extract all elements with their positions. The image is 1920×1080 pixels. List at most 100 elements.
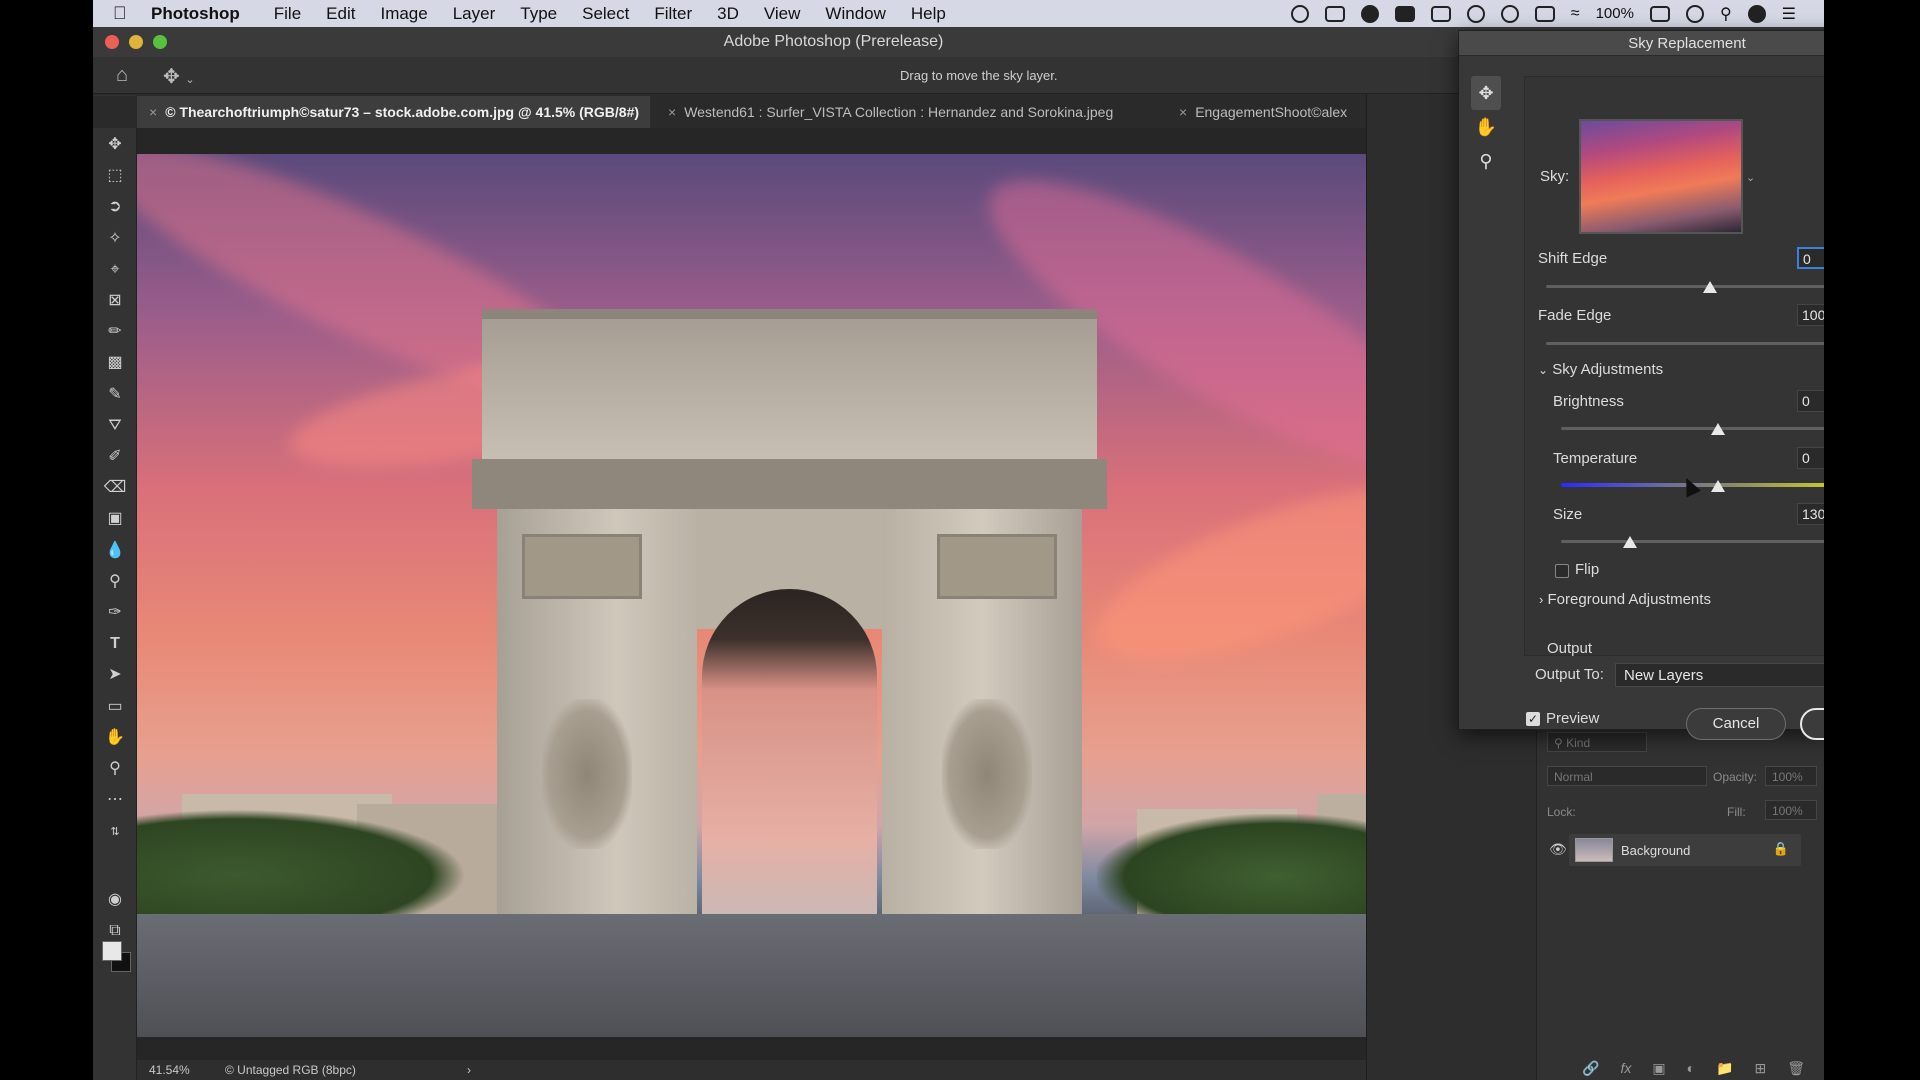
menu-select[interactable]: Select [582,4,629,24]
menu-help[interactable]: Help [911,4,946,24]
spotlight-search-icon[interactable]: ⚲ [1720,4,1732,24]
healing-brush-icon[interactable]: ▩ [101,351,129,375]
rectangle-icon[interactable]: ▭ [101,695,129,719]
preview-checkbox[interactable]: ✓ [1526,712,1540,726]
screen-record-icon[interactable] [1324,5,1345,22]
bluetooth-icon[interactable] [1500,4,1519,23]
shift-edge-input[interactable]: 0 [1797,247,1824,269]
zoom-level[interactable]: 41.54% [149,1063,190,1077]
menu-edit[interactable]: Edit [326,4,355,24]
link-layers-icon[interactable]: 🔗 [1582,1060,1599,1077]
chevron-down-icon[interactable]: ⌄ [1746,171,1755,184]
menu-image[interactable]: Image [380,4,427,24]
pen-icon[interactable]: ✑ [101,601,129,625]
sky-adjustments-toggle[interactable]: ⌄ Sky Adjustments [1538,361,1663,378]
add-mask-icon[interactable]: ▣ [1652,1060,1665,1077]
type-icon[interactable]: T [101,632,129,656]
menu-view[interactable]: View [764,4,801,24]
eyedropper-icon[interactable]: ✏ [101,320,129,344]
move-icon[interactable]: ✥ [101,133,129,157]
menu-3d[interactable]: 3D [717,4,739,24]
display-icon[interactable] [1430,5,1451,22]
home-icon[interactable]: ⌂ [116,64,128,87]
fade-edge-slider[interactable] [1546,342,1824,345]
close-tab-icon[interactable]: × [668,104,676,120]
menu-window[interactable]: Window [825,4,885,24]
layer-filter-kind[interactable]: ⚲ Kind [1547,732,1647,752]
quick-mask-icon[interactable]: ◉ [101,888,129,912]
close-tab-icon[interactable]: × [149,104,157,120]
zoom-icon[interactable]: ⚲ [1471,144,1501,178]
size-slider[interactable] [1561,540,1824,543]
notification-center-icon[interactable]: ☰ [1782,4,1796,24]
document-canvas[interactable] [137,154,1457,1037]
quick-select-icon[interactable]: ✧ [101,227,129,251]
hand-icon[interactable]: ✋ [1471,110,1501,144]
menu-type[interactable]: Type [520,4,557,24]
gradient-icon[interactable]: ▣ [101,507,129,531]
size-slider-thumb[interactable] [1622,536,1637,548]
frame-icon[interactable]: ⊠ [101,289,129,313]
layer-row-background[interactable]: Background 🔒 [1569,834,1801,866]
temperature-input[interactable]: 0 [1797,447,1824,469]
battery-icon[interactable] [1649,5,1670,22]
fill-field[interactable]: 100% [1765,800,1817,820]
sky-move-tool-icon[interactable]: ✥ [1471,76,1501,110]
shift-edge-slider-thumb[interactable] [1703,281,1717,293]
minimize-window-button[interactable] [129,35,143,49]
screen-mode-icon[interactable]: ⧉ [101,919,129,943]
menu-filter[interactable]: Filter [654,4,692,24]
siri-icon[interactable] [1747,4,1766,23]
creative-cloud-icon[interactable] [1290,4,1309,23]
temperature-slider-thumb[interactable] [1710,480,1725,492]
zoom-icon[interactable]: ⚲ [101,757,129,781]
ok-button[interactable]: OK [1800,708,1824,740]
crop-icon[interactable]: ⌖ [101,258,129,282]
blend-mode-select[interactable]: Normal [1547,766,1707,786]
menu-layer[interactable]: Layer [453,4,496,24]
new-layer-icon[interactable]: ⊞ [1754,1060,1766,1077]
app-status-icon[interactable] [1394,5,1415,22]
zoom-window-button[interactable] [153,35,167,49]
fx-icon[interactable]: fx [1620,1060,1631,1076]
blur-icon[interactable]: 💧 [101,539,129,563]
layer-visibility-eye-icon[interactable]: 👁 [1549,841,1567,858]
tab-document-3[interactable]: × EngagementShoot©alex [1167,96,1366,128]
clock-icon[interactable] [1685,4,1704,23]
status-menu-arrow[interactable]: › [467,1063,471,1077]
move-tool-preset-icon[interactable]: ✥ ⌄ [163,64,195,89]
close-tab-icon[interactable]: × [1179,104,1187,120]
swap-colors-icon[interactable]: ⇅ [101,820,129,844]
adjustment-layer-icon[interactable]: ◐ [1687,1060,1695,1076]
menu-file[interactable]: File [274,4,301,24]
hand-icon[interactable]: ✋ [101,726,129,750]
tab-document-2[interactable]: × Westend61 : Surfer_VISTA Collection : H… [656,96,1161,128]
brush-icon[interactable]: ✎ [101,383,129,407]
brightness-input[interactable]: 0 [1797,390,1824,412]
canvas-area[interactable] [137,128,1457,1060]
more-tools-icon[interactable]: ⋯ [101,788,129,812]
history-brush-icon[interactable]: ✐ [101,445,129,469]
lock-icon[interactable]: 🔒 [1773,841,1789,857]
brightness-slider[interactable] [1561,427,1824,430]
night-mode-icon[interactable] [1360,4,1379,23]
tab-document-1[interactable]: × © Thearchoftriumph©satur73 – stock.adob… [137,96,650,128]
marquee-icon[interactable]: ⬚ [101,164,129,188]
shift-edge-slider[interactable] [1546,285,1824,288]
cancel-button[interactable]: Cancel [1686,708,1786,740]
delete-layer-icon[interactable]: 🗑 [1787,1060,1805,1077]
apple-menu-icon[interactable]:  [113,3,145,24]
dodge-icon[interactable]: ⚲ [101,570,129,594]
lasso-icon[interactable]: ➲ [101,195,129,219]
new-group-icon[interactable]: 📁 [1716,1060,1733,1077]
foreground-color-swatch[interactable] [102,941,122,961]
close-window-button[interactable] [105,35,119,49]
output-to-select[interactable]: New Layers ⌄ [1615,663,1824,687]
sky-preset-thumbnail[interactable] [1579,119,1743,234]
wifi-icon[interactable]: ≈ [1571,5,1580,23]
size-input[interactable]: 130 [1797,503,1824,525]
opacity-field[interactable]: 100% [1765,766,1817,786]
foreground-adjustments-toggle[interactable]: › Foreground Adjustments [1539,591,1711,608]
brightness-slider-thumb[interactable] [1710,423,1725,435]
flip-checkbox[interactable] [1555,564,1569,578]
